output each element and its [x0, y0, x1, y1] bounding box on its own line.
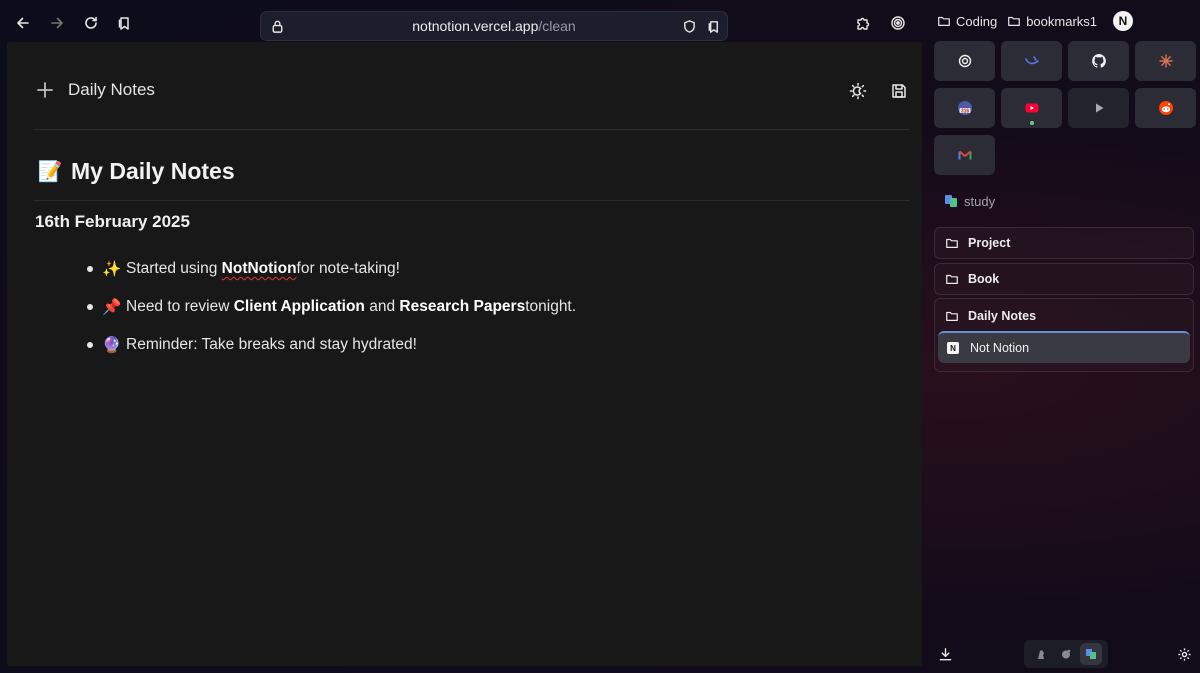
calendar-icon: 316	[957, 101, 972, 115]
play-icon	[1095, 103, 1103, 113]
github-icon	[1091, 54, 1106, 68]
list-item[interactable]: 📌 Need to review Client Application and …	[87, 288, 576, 326]
browser-toolbar: notnotion.vercel.app/clean	[0, 0, 925, 44]
space-switch-2[interactable]	[1055, 643, 1077, 665]
reload-icon[interactable]	[78, 10, 104, 36]
bookmarks-bar: Coding bookmarks1 N	[937, 10, 1134, 32]
download-icon[interactable]	[936, 645, 954, 663]
bullet-dot	[87, 304, 93, 310]
item-text: Reminder: Take breaks and stay hydrated!	[126, 336, 417, 353]
theme-toggle-icon[interactable]	[847, 80, 869, 102]
list-item[interactable]: 🔮 Reminder: Take breaks and stay hydrate…	[87, 326, 576, 364]
divider	[33, 200, 910, 201]
pushpin-emoji: 📌	[102, 298, 122, 316]
forward-icon[interactable]	[44, 10, 70, 36]
shield-icon[interactable]	[681, 18, 697, 34]
folder-icon	[1008, 16, 1021, 26]
pinned-claude[interactable]	[1135, 41, 1196, 81]
claude-icon	[1158, 54, 1173, 68]
youtube-icon	[1025, 103, 1038, 113]
bookmarks-icon[interactable]	[111, 10, 137, 36]
space-switch-1[interactable]	[1030, 643, 1052, 665]
pinned-calendar[interactable]: 316	[934, 88, 995, 128]
date-heading: 16th February 2025	[35, 212, 190, 231]
space-name: study	[964, 194, 996, 209]
circle-icon	[1061, 649, 1071, 659]
item-bold: Client Application	[233, 298, 365, 315]
page-heading: 📝 My Daily Notes	[37, 158, 235, 185]
target-icon[interactable]	[885, 10, 911, 36]
sidebar: Coding bookmarks1 N 316 study Project Bo…	[925, 0, 1200, 673]
back-icon[interactable]	[10, 10, 36, 36]
space-switcher	[1024, 640, 1108, 668]
bookmark-label: Coding	[956, 13, 998, 29]
item-text: tonight.	[525, 298, 577, 315]
bookmark-folder-bookmarks1[interactable]: bookmarks1	[1007, 14, 1097, 29]
list-item[interactable]: ✨ Started using NotNotion for note-takin…	[87, 250, 576, 288]
item-bold: Research Papers	[399, 298, 526, 315]
bookmark-folder-coding[interactable]: Coding	[937, 14, 997, 29]
folder-book[interactable]: Book	[934, 263, 1194, 295]
bookmark-label: bookmarks1	[1026, 13, 1098, 29]
pinned-tabs: 316	[934, 41, 1196, 175]
sparkles-emoji: ✨	[102, 260, 122, 278]
pinned-player[interactable]	[1068, 88, 1129, 128]
url-path: /clean	[538, 18, 576, 34]
study-icon	[1086, 649, 1097, 659]
pinned-reddit[interactable]	[1135, 88, 1196, 128]
folder-icon	[946, 311, 958, 321]
gmail-icon	[958, 150, 971, 160]
folder-daily-notes: Daily Notes N Not Notion	[934, 298, 1194, 372]
profile-avatar[interactable]: N	[1113, 11, 1134, 31]
folder-icon	[938, 16, 950, 26]
reddit-icon	[1158, 101, 1173, 115]
extensions-icon[interactable]	[850, 10, 876, 36]
note-list: ✨ Started using NotNotion for note-takin…	[87, 250, 576, 364]
playing-indicator	[1029, 121, 1034, 125]
folder-icon	[946, 238, 958, 248]
settings-icon[interactable]	[1175, 645, 1193, 663]
calendar-badge: 316	[960, 108, 969, 114]
address-bar[interactable]: notnotion.vercel.app/clean	[260, 11, 728, 41]
folder-label: Daily Notes	[968, 309, 1037, 323]
document-panel: Daily Notes 📝 My Daily Notes 16th Februa…	[7, 42, 922, 666]
item-text: for note-taking!	[296, 260, 400, 277]
pinned-youtube[interactable]	[1001, 88, 1062, 128]
lock-icon[interactable]	[269, 18, 285, 34]
save-icon[interactable]	[888, 80, 910, 102]
bullet-dot	[87, 266, 93, 272]
space-switch-study[interactable]	[1080, 643, 1103, 665]
tab-label: Not Notion	[970, 341, 1030, 355]
memo-emoji: 📝	[37, 161, 63, 183]
bullet-dot	[87, 342, 93, 348]
pinned-deepseek[interactable]	[1001, 41, 1062, 81]
folder-label: Project	[968, 236, 1011, 250]
tab-not-notion[interactable]: N Not Notion	[938, 331, 1190, 363]
notion-icon: N	[947, 342, 959, 354]
item-text: and	[369, 298, 396, 315]
openai-icon	[958, 54, 971, 68]
pinned-gmail[interactable]	[934, 135, 995, 175]
space-label[interactable]: study	[945, 194, 995, 209]
pinned-github[interactable]	[1068, 41, 1129, 81]
crystal-ball-emoji: 🔮	[102, 336, 122, 354]
folder-label: Book	[968, 272, 1000, 286]
folder-header[interactable]: Daily Notes	[945, 309, 1036, 323]
deepseek-icon	[1024, 56, 1039, 65]
item-text: Started using	[126, 260, 218, 277]
url-host: notnotion.vercel.app	[412, 18, 539, 34]
divider	[33, 129, 910, 130]
space-icon	[945, 195, 958, 208]
heading-text: My Daily Notes	[71, 158, 235, 184]
item-text: Need to review	[126, 298, 230, 315]
folder-project[interactable]: Project	[934, 227, 1194, 259]
folder-icon	[946, 274, 958, 284]
document-title[interactable]: Daily Notes	[68, 80, 155, 100]
item-bold: NotNotion	[221, 260, 297, 277]
pinned-openai[interactable]	[934, 41, 995, 81]
add-icon[interactable]	[33, 78, 57, 102]
chess-icon	[1037, 650, 1044, 659]
bookmark-page-icon[interactable]	[705, 18, 721, 34]
